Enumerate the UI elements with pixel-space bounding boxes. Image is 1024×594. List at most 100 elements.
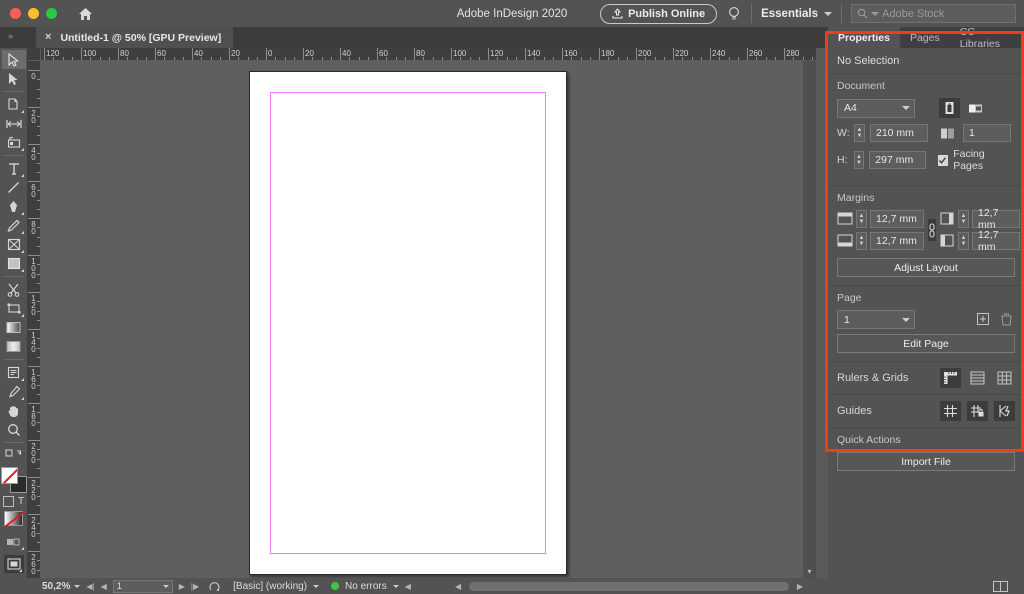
margin-top-stepper[interactable]: ▲ ▼ [856, 210, 867, 228]
zoom-tool[interactable] [2, 420, 26, 439]
pen-tool[interactable] [2, 197, 26, 216]
content-collector-tool[interactable] [2, 133, 26, 152]
gap-tool[interactable] [2, 114, 26, 133]
vertical-ruler[interactable]: 020406080100120140160180200220240260280 [28, 61, 41, 578]
eyedropper-tool[interactable] [2, 382, 26, 401]
view-layout-icon[interactable] [993, 581, 1008, 592]
margin-bottom-field[interactable]: 12,7 mm [870, 232, 924, 250]
chevron-down-icon[interactable] [392, 584, 399, 588]
pages-count-field[interactable]: 1 [963, 124, 1011, 142]
margin-right-field[interactable]: 12,7 mm [972, 229, 1020, 253]
type-tool[interactable] [2, 159, 26, 178]
smart-guides-icon[interactable] [994, 401, 1015, 421]
view-mode-normal-icon[interactable] [2, 532, 26, 551]
baseline-grid-icon[interactable] [967, 368, 988, 388]
horizontal-ruler[interactable]: 120 100 80 60 40 20 0 20 40 60 80 100 120 140 160 180 20… [41, 48, 816, 61]
apply-gradient-icon[interactable] [4, 510, 26, 528]
scroll-left-icon[interactable]: ◀ [455, 582, 461, 591]
delete-page-icon[interactable] [1001, 313, 1012, 326]
lightbulb-icon[interactable] [726, 5, 742, 23]
selection-tool[interactable] [1, 50, 26, 69]
checkbox-icon [937, 154, 949, 166]
formatting-target-icons[interactable]: T [2, 496, 24, 507]
frame-tool[interactable] [2, 235, 26, 254]
search-input[interactable]: Adobe Stock [851, 4, 1016, 23]
screen-mode-icon[interactable] [3, 555, 24, 573]
pencil-tool[interactable] [2, 216, 26, 235]
import-file-button[interactable]: Import File [837, 452, 1015, 471]
ruler-origin-corner[interactable] [28, 48, 41, 61]
landscape-orientation-icon[interactable] [965, 98, 986, 118]
publish-online-button[interactable]: Publish Online [600, 3, 718, 24]
fill-stroke-swatches[interactable] [0, 467, 27, 493]
window-controls[interactable] [10, 8, 57, 19]
page-size-select[interactable]: A4 [837, 98, 915, 118]
height-stepper[interactable]: ▲ ▼ [853, 151, 865, 169]
hand-tool[interactable] [2, 401, 26, 420]
page-select[interactable]: 1 [837, 310, 915, 329]
facing-pages-checkbox[interactable]: Facing Pages [937, 148, 1015, 172]
zoom-level-control[interactable]: 50,2% [42, 581, 81, 592]
margin-bottom-stepper[interactable]: ▲ ▼ [856, 232, 867, 250]
workspace-switcher[interactable]: Essentials [761, 8, 832, 20]
next-page-icon[interactable]: ▶ [179, 582, 185, 591]
format-text-icon[interactable]: T [18, 496, 24, 507]
ruler-label: 100 [29, 257, 38, 278]
panel-tab-bar: Properties Pages CC Libraries [828, 26, 1024, 50]
line-tool[interactable] [2, 178, 26, 197]
document-canvas[interactable]: ▾ [41, 61, 816, 578]
show-rulers-icon[interactable] [940, 368, 961, 388]
vertical-scrollbar[interactable]: ▾ [803, 61, 816, 578]
fill-swatch[interactable] [0, 467, 18, 484]
scroll-right-icon[interactable]: ▶ [797, 582, 803, 591]
direct-selection-tool[interactable] [2, 69, 26, 88]
format-container-icon[interactable] [2, 496, 14, 507]
tab-cc-libraries[interactable]: CC Libraries [950, 26, 1024, 50]
note-tool[interactable] [2, 363, 26, 382]
status-collapse-icon[interactable]: ◀ [405, 582, 411, 591]
width-stepper[interactable]: ▲ ▼ [854, 124, 865, 142]
close-window-button[interactable] [10, 8, 21, 19]
document-grid-icon[interactable] [994, 368, 1015, 388]
height-field[interactable]: 297 mm [869, 151, 926, 169]
document-tab[interactable]: × Untitled-1 @ 50% [GPU Preview] [36, 27, 234, 48]
lock-guides-icon[interactable] [967, 401, 988, 421]
close-icon[interactable]: × [45, 32, 51, 43]
edit-page-button[interactable]: Edit Page [837, 334, 1015, 353]
horizontal-scroll-thumb[interactable] [469, 582, 789, 591]
fill-stroke-swap-icon[interactable] [2, 446, 26, 465]
tool-flyout-icon-12 [18, 569, 22, 572]
margin-right-stepper[interactable]: ▲ ▼ [958, 232, 969, 250]
add-page-icon[interactable] [977, 313, 989, 326]
chevron-down-icon[interactable] [313, 584, 320, 588]
first-page-icon[interactable]: ◀| [86, 582, 94, 591]
last-page-icon[interactable]: |▶ [191, 582, 199, 591]
margin-top-field[interactable]: 12,7 mm [870, 210, 924, 228]
page-number-field[interactable]: 1 [112, 579, 173, 593]
page-tool[interactable] [2, 95, 26, 114]
margin-left-stepper[interactable]: ▲ ▼ [958, 210, 969, 228]
width-field[interactable]: 210 mm [870, 124, 928, 142]
margin-left-field[interactable]: 12,7 mm [972, 207, 1020, 231]
minimize-window-button[interactable] [28, 8, 39, 19]
link-margins-icon[interactable] [928, 219, 936, 241]
preflight-icon[interactable] [209, 581, 221, 592]
horizontal-scrollbar[interactable]: ◀ ▶ [455, 581, 803, 592]
document-page[interactable] [249, 71, 567, 575]
scissors-tool[interactable] [2, 280, 26, 299]
gradient-feather-tool[interactable] [2, 337, 26, 356]
panel-expand-icon[interactable]: » [8, 31, 13, 41]
show-guides-icon[interactable] [940, 401, 961, 421]
free-transform-tool[interactable] [2, 299, 26, 318]
portrait-orientation-icon[interactable] [939, 98, 960, 118]
maximize-window-button[interactable] [46, 8, 57, 19]
home-icon[interactable] [75, 4, 95, 24]
previous-page-icon[interactable]: ◀ [101, 582, 107, 591]
tab-pages[interactable]: Pages [900, 27, 950, 48]
adjust-layout-button[interactable]: Adjust Layout [837, 258, 1015, 277]
scroll-down-icon[interactable]: ▾ [804, 567, 815, 578]
rectangle-tool[interactable] [2, 254, 26, 273]
search-dropdown-icon[interactable] [871, 11, 879, 16]
tab-properties[interactable]: Properties [828, 27, 900, 48]
gradient-swatch-tool[interactable] [2, 318, 26, 337]
